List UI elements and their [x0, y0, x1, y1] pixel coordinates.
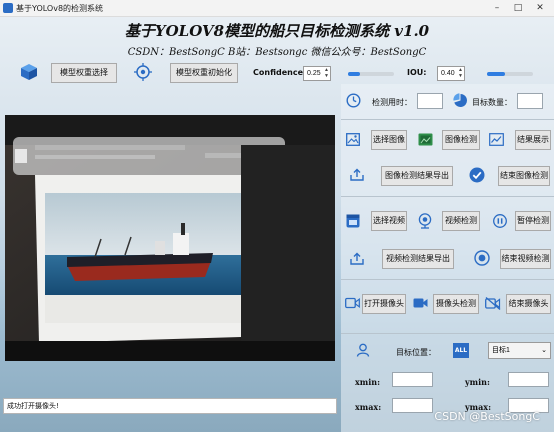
spin-arrows-icon[interactable]: ▲ ▼ — [458, 67, 463, 79]
detect-video-button[interactable]: 视频检测 — [442, 211, 480, 231]
camera-off-icon — [485, 297, 501, 310]
cube-icon — [21, 64, 37, 80]
select-video-button[interactable]: 选择视频 — [371, 211, 407, 231]
image-icon — [346, 133, 360, 146]
iou-spinbox[interactable]: 0.40 ▲ ▼ — [437, 66, 465, 81]
check-circle-icon — [469, 167, 485, 183]
section-divider — [341, 279, 554, 280]
pause-icon — [493, 214, 507, 228]
ymin-field — [508, 372, 549, 387]
iou-slider[interactable] — [487, 72, 533, 76]
stop-record-icon — [474, 250, 490, 266]
webcam-icon — [418, 213, 432, 229]
chevron-down-icon: ⌄ — [541, 347, 547, 354]
app-window: 基于YOLOv8的检测系统 – □ ✕ 基于YOLOV8模型的船只目标检测系统 … — [0, 0, 554, 432]
export-video-button[interactable]: 视频检测结果导出 — [382, 249, 454, 269]
iou-label: IOU: — [407, 68, 427, 77]
close-button[interactable]: ✕ — [533, 2, 547, 15]
end-camera-button[interactable]: 结束摄像头 — [506, 294, 551, 314]
section-divider — [341, 119, 554, 120]
pie-chart-icon — [453, 93, 467, 107]
xmin-field — [392, 372, 433, 387]
section-divider — [341, 333, 554, 334]
pause-detect-button[interactable]: 暂停检测 — [515, 211, 551, 231]
confidence-spinbox[interactable]: 0.25 ▲ ▼ — [303, 66, 331, 81]
detect-time-label: 检测用时： — [372, 98, 412, 107]
detect-time-field — [417, 93, 443, 109]
watermark: CSDN @BestSongC — [434, 410, 540, 423]
title-bar: 基于YOLOv8的检测系统 – □ ✕ — [0, 0, 554, 17]
all-badge-icon: ALL — [453, 343, 469, 358]
confidence-label: Confidence: — [253, 68, 307, 77]
spin-arrows-icon[interactable]: ▲ ▼ — [324, 67, 329, 79]
confidence-slider-fill — [348, 72, 360, 76]
camera-detect-button[interactable]: 摄像头检测 — [433, 294, 479, 314]
app-icon — [3, 3, 13, 13]
video-file-icon — [346, 214, 360, 228]
target-position-label: 目标位置： — [396, 348, 436, 357]
target-select-value: 目标1 — [492, 347, 510, 354]
user-icon — [356, 343, 370, 357]
open-camera-button[interactable]: 打开摄像头 — [362, 294, 406, 314]
xmin-label: xmin: — [355, 377, 381, 387]
select-image-button[interactable]: 选择图像 — [371, 130, 407, 150]
window-title: 基于YOLOv8的检测系统 — [16, 4, 104, 13]
camera-frame-image — [5, 115, 335, 361]
end-video-detect-button[interactable]: 结束视频检测 — [500, 249, 551, 269]
detect-image-button[interactable]: 图像检测 — [442, 130, 480, 150]
confidence-slider[interactable] — [348, 72, 394, 76]
minimize-button[interactable]: – — [490, 2, 504, 15]
clock-icon — [346, 93, 361, 108]
page-title: 基于YOLOV8模型的船只目标检测系统 v1.0 — [124, 22, 430, 40]
maximize-button[interactable]: □ — [511, 2, 525, 15]
ymin-label: ymin: — [465, 377, 490, 387]
select-weights-button[interactable]: 模型权重选择 — [51, 63, 117, 83]
line-chart-icon — [489, 133, 504, 146]
image-detect-icon — [418, 133, 433, 146]
page-subtitle: CSDN：BestSongC B站：Bestsongc 微信公众号：BestSo… — [127, 47, 427, 58]
end-image-detect-button[interactable]: 结束图像检测 — [498, 166, 550, 186]
show-result-button[interactable]: 结果展示 — [515, 130, 551, 150]
export-icon — [350, 252, 364, 265]
target-count-label: 目标数量： — [472, 98, 512, 107]
export-image-button[interactable]: 图像检测结果导出 — [381, 166, 453, 186]
export-icon — [350, 168, 364, 181]
iou-value: 0.40 — [441, 70, 455, 77]
section-divider — [341, 196, 554, 197]
iou-slider-fill — [487, 72, 506, 76]
status-bar: 成功打开摄像头! — [3, 398, 337, 414]
target-icon — [134, 63, 152, 81]
confidence-value: 0.25 — [307, 70, 321, 77]
camera-detect-icon — [413, 298, 428, 308]
video-camera-icon — [345, 297, 360, 309]
video-display — [5, 115, 335, 361]
xmax-field — [392, 398, 433, 413]
target-select[interactable]: 目标1 ⌄ — [488, 342, 551, 359]
xmax-label: xmax: — [355, 402, 382, 412]
init-weights-button[interactable]: 模型权重初始化 — [170, 63, 238, 83]
target-count-field — [517, 93, 543, 109]
